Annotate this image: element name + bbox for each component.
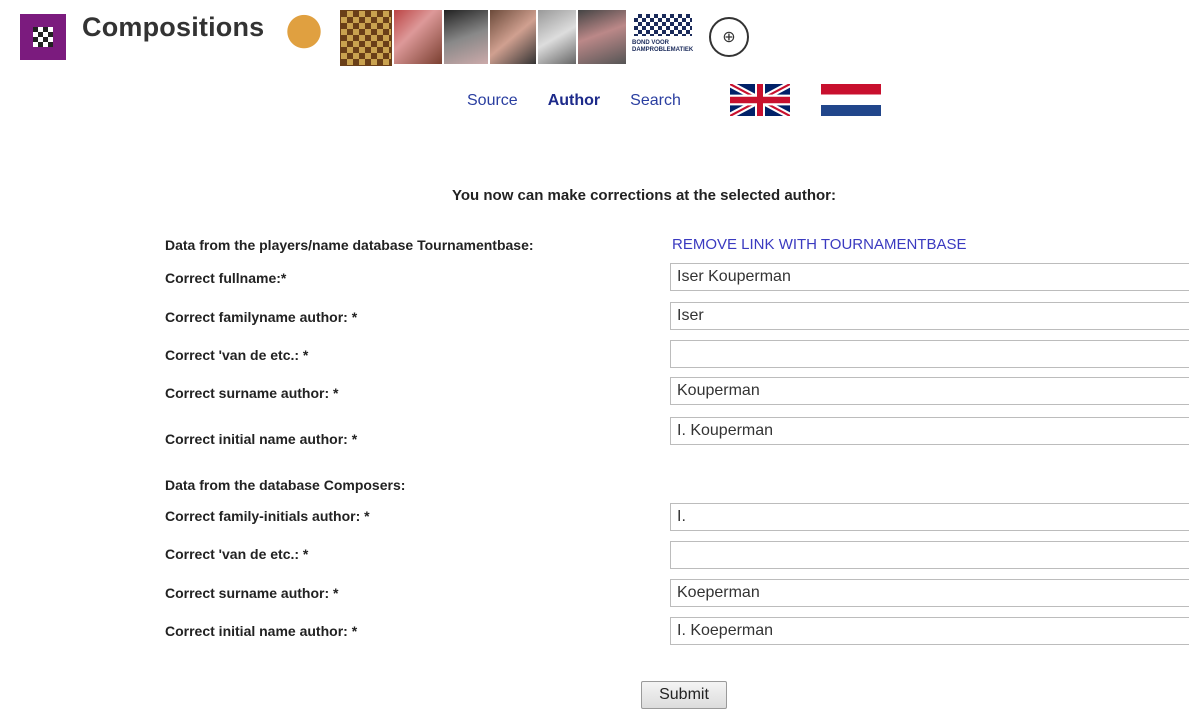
remove-link-button[interactable]: REMOVE LINK WITH TOURNAMENTBASE — [672, 236, 967, 253]
flag-uk-icon[interactable] — [730, 84, 790, 116]
van-de-label: Correct 'van de etc.: * — [165, 347, 309, 363]
nav-search-link[interactable]: Search — [630, 92, 681, 110]
initial-name-input-2[interactable] — [670, 617, 1189, 645]
initial-name-input[interactable] — [670, 417, 1189, 445]
intro-text: You now can make corrections at the sele… — [452, 187, 836, 204]
portrait-image — [394, 10, 442, 64]
section-composers-heading: Data from the database Composers: — [165, 477, 406, 493]
nav-author-link[interactable]: Author — [548, 92, 600, 110]
seal-icon: ⊕ — [709, 17, 749, 57]
trophy-image — [270, 10, 338, 64]
portrait-image — [538, 10, 576, 64]
surname-input-2[interactable] — [670, 579, 1189, 607]
family-initials-input[interactable] — [670, 503, 1189, 531]
site-logo[interactable] — [20, 14, 66, 60]
flag-nl-icon[interactable] — [821, 84, 881, 116]
damproblematiek-logo: BOND VOOR DAMPROBLEMATIEK — [628, 10, 700, 64]
initial-name-label-2: Correct initial name author: * — [165, 623, 358, 639]
portrait-image — [578, 10, 626, 64]
site-title: Compositions — [82, 12, 265, 42]
van-de-label-2: Correct 'van de etc.: * — [165, 546, 309, 562]
nav-source-link[interactable]: Source — [467, 92, 518, 110]
surname-input[interactable] — [670, 377, 1189, 405]
fullname-label: Correct fullname:* — [165, 270, 287, 286]
checkerboard-icon — [33, 27, 53, 47]
checkerboard-image — [340, 10, 392, 66]
main-nav: Source Author Search — [467, 92, 711, 110]
header-banner: BOND VOOR DAMPROBLEMATIEK ⊕ — [270, 10, 756, 66]
family-initials-label: Correct family-initials author: * — [165, 508, 370, 524]
van-de-input-2[interactable] — [670, 541, 1189, 569]
portrait-image — [490, 10, 536, 64]
surname-label-2: Correct surname author: * — [165, 585, 339, 601]
section-tournamentbase-heading: Data from the players/name database Tour… — [165, 237, 534, 253]
surname-label: Correct surname author: * — [165, 385, 339, 401]
portrait-image — [444, 10, 488, 64]
submit-button[interactable]: Submit — [641, 681, 727, 709]
fullname-input[interactable] — [670, 263, 1189, 291]
seal-logo: ⊕ — [702, 10, 756, 64]
familyname-label: Correct familyname author: * — [165, 309, 358, 325]
van-de-input[interactable] — [670, 340, 1189, 368]
familyname-input[interactable] — [670, 302, 1189, 330]
initial-name-label: Correct initial name author: * — [165, 431, 358, 447]
